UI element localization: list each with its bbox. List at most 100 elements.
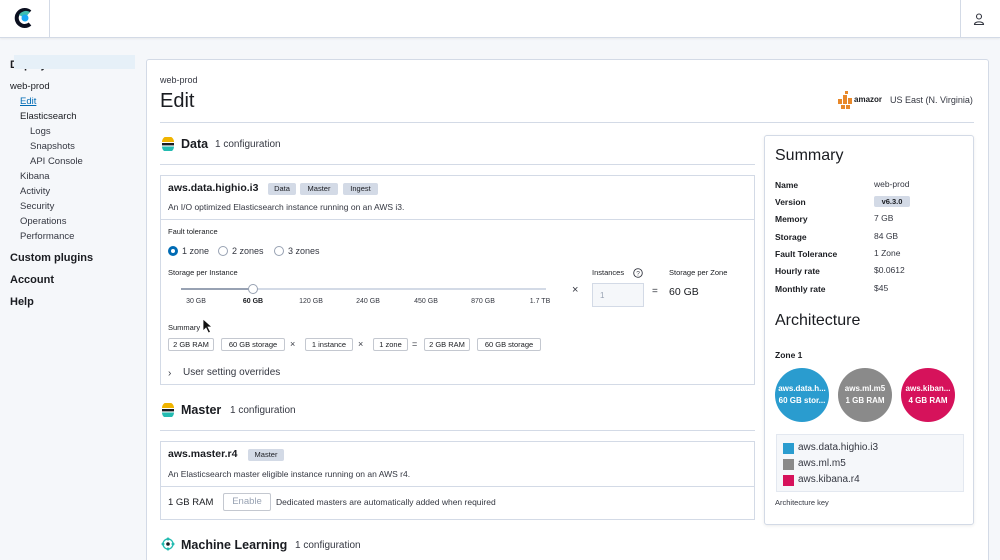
summary-value-hourly-rate: $0.0612 (874, 265, 905, 275)
storage-tick[interactable]: 450 GB (406, 298, 446, 305)
aws-logo-text: amazon web services (854, 95, 882, 104)
storage-slider-fill (181, 288, 253, 290)
elasticsearch-icon (162, 403, 174, 417)
zone-heading: Zone 1 (775, 350, 803, 360)
data-instance-description: An I/O optimized Elasticsearch instance … (168, 202, 405, 212)
summary-key-fault-tolerance: Fault Tolerance (775, 249, 838, 259)
radio-2-zones-label[interactable]: 2 zones (232, 246, 264, 256)
summary-key-storage: Storage (775, 232, 807, 242)
architecture-key-label: Architecture key (775, 498, 829, 507)
top-bar (0, 0, 1000, 38)
version-badge: v6.3.0 (874, 196, 910, 207)
aws-logo-icon: amazon web services (838, 91, 882, 109)
summary-pill-total-ram: 2 GB RAM (424, 338, 470, 351)
chevron-right-icon[interactable]: › (168, 368, 171, 379)
radio-1-zone[interactable] (168, 246, 178, 256)
user-setting-overrides-toggle[interactable]: User setting overrides (183, 367, 280, 378)
data-section-title: Data (181, 137, 209, 151)
storage-tick[interactable]: 1.7 TB (520, 298, 560, 305)
instances-input[interactable]: 1 (592, 283, 644, 307)
radio-3-zones[interactable] (274, 246, 284, 256)
storage-tick[interactable]: 240 GB (348, 298, 388, 305)
arch-node-kibana-name: aws.kiban... (905, 384, 951, 393)
header-divider (160, 122, 974, 123)
sidebar-item-kibana[interactable]: Kibana (20, 171, 50, 182)
elastic-cloud-logo[interactable] (14, 7, 36, 29)
arch-node-ml-name: aws.ml.m5 (844, 384, 886, 393)
summary-pill-total-storage: 60 GB storage (477, 338, 541, 351)
summary-key-version: Version (775, 197, 806, 207)
nav-custom-plugins[interactable]: Custom plugins (10, 252, 93, 264)
sidebar-item-operations[interactable]: Operations (20, 216, 66, 227)
card-divider (161, 219, 754, 220)
legend-label-kibana: aws.kibana.r4 (798, 474, 860, 485)
storage-tick[interactable]: 30 GB (176, 298, 216, 305)
arch-node-kibana[interactable]: aws.kiban... 4 GB RAM (901, 368, 955, 422)
page-title: Edit (160, 90, 195, 112)
help-icon[interactable]: ? (633, 268, 643, 278)
summary-key-hourly-rate: Hourly rate (775, 266, 820, 276)
architecture-title: Architecture (775, 312, 861, 329)
legend-label-data: aws.data.highio.i3 (798, 442, 879, 453)
master-instance-description: An Elasticsearch master eligible instanc… (168, 469, 411, 479)
nav-help[interactable]: Help (10, 296, 34, 308)
storage-tick[interactable]: 870 GB (463, 298, 503, 305)
master-section-divider (160, 430, 755, 431)
legend-swatch-kibana (783, 475, 794, 486)
summary-equals: = (412, 339, 418, 349)
multiply-sign: × (572, 284, 579, 296)
topbar-divider-right (960, 0, 961, 38)
legend-swatch-ml (783, 459, 794, 470)
summary-pill-ram: 2 GB RAM (168, 338, 214, 351)
summary-multiply: × (290, 339, 296, 349)
sidebar-item-elasticsearch[interactable]: Elasticsearch (20, 111, 77, 122)
master-section-count: 1 configuration (230, 405, 296, 416)
arch-node-data[interactable]: aws.data.h... 60 GB stor... (775, 368, 829, 422)
tag-data: Data (268, 183, 296, 195)
storage-tick-selected[interactable]: 60 GB (233, 298, 273, 305)
user-icon[interactable] (972, 12, 986, 26)
storage-per-zone-label: Storage per Zone (669, 268, 728, 277)
arch-node-ml[interactable]: aws.ml.m5 1 GB RAM (838, 368, 892, 422)
summary-title: Summary (775, 147, 844, 164)
tag-master: Master (248, 449, 284, 461)
storage-tick[interactable]: 120 GB (291, 298, 331, 305)
storage-per-instance-label: Storage per Instance (168, 268, 238, 277)
summary-pill-storage: 60 GB storage (221, 338, 285, 351)
svg-text:?: ? (636, 270, 640, 277)
sidebar-item-logs[interactable]: Logs (30, 126, 51, 137)
summary-pill-zones: 1 zone (373, 338, 408, 351)
legend-swatch-data (783, 443, 794, 454)
tag-ingest: Ingest (343, 183, 378, 195)
dedicated-masters-note: Dedicated masters are automatically adde… (276, 497, 496, 507)
nav-deployment-name[interactable]: web-prod (10, 81, 50, 92)
radio-2-zones[interactable] (218, 246, 228, 256)
ml-section-count: 1 configuration (295, 540, 361, 551)
master-section-title: Master (181, 403, 222, 417)
data-section-count: 1 configuration (215, 139, 281, 150)
arch-node-data-detail: 60 GB stor... (778, 396, 826, 405)
sidebar-item-edit[interactable]: Edit (20, 96, 36, 107)
master-instance-name: aws.master.r4 (168, 448, 238, 460)
radio-1-zone-label[interactable]: 1 zone (182, 246, 209, 256)
sidebar-item-security[interactable]: Security (20, 201, 54, 212)
arch-node-ml-detail: 1 GB RAM (845, 396, 885, 405)
elasticsearch-icon (162, 137, 174, 151)
summary-label: Summary (168, 323, 201, 332)
sidebar-item-activity[interactable]: Activity (20, 186, 50, 197)
radio-3-zones-label[interactable]: 3 zones (288, 246, 320, 256)
sidebar-item-snapshots[interactable]: Snapshots (30, 141, 75, 152)
legend-label-ml: aws.ml.m5 (798, 458, 846, 469)
nav-account[interactable]: Account (10, 274, 54, 286)
enable-button[interactable]: Enable (223, 493, 271, 511)
fault-tolerance-label: Fault tolerance (168, 227, 218, 236)
mouse-cursor-icon (202, 318, 214, 334)
sidebar-item-api-console[interactable]: API Console (30, 156, 83, 167)
instances-label: Instances (592, 268, 625, 277)
data-section-divider (160, 164, 755, 165)
breadcrumb[interactable]: web-prod (160, 75, 198, 85)
equals-sign: = (652, 286, 658, 297)
storage-slider-thumb[interactable] (248, 284, 258, 294)
sidebar-item-performance[interactable]: Performance (20, 231, 74, 242)
topbar-divider (49, 0, 50, 38)
